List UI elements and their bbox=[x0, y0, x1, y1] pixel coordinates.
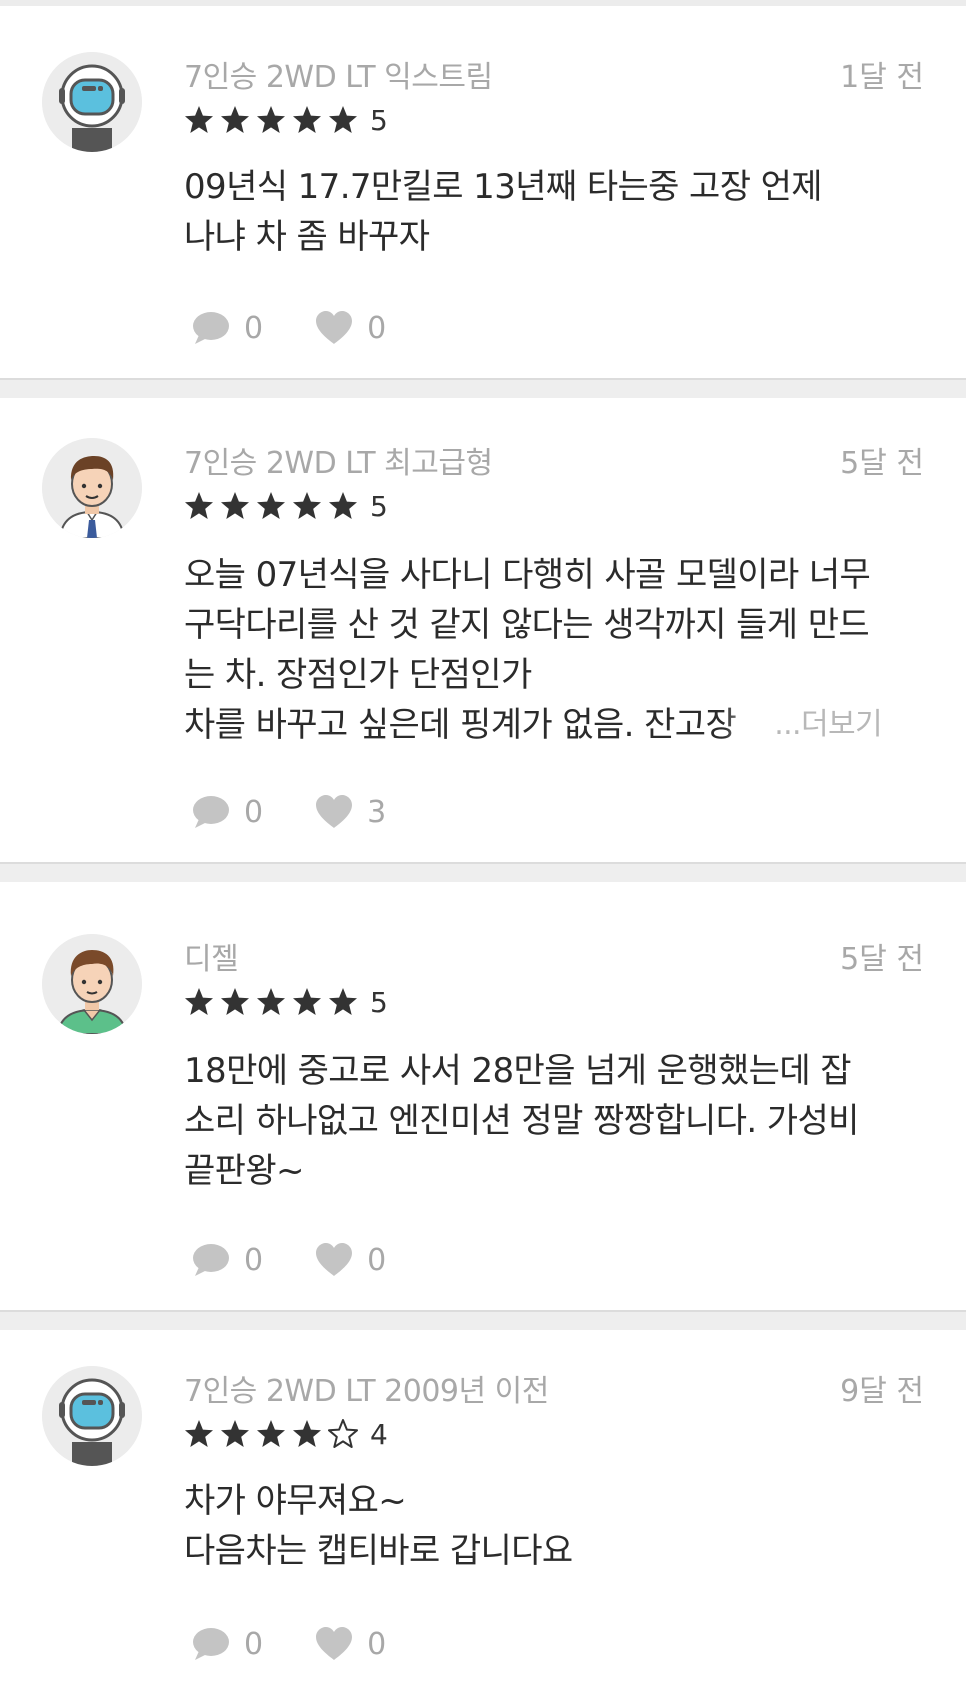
star-filled-icon bbox=[184, 491, 214, 521]
rating-score: 4 bbox=[370, 1417, 388, 1451]
like-count: 3 bbox=[367, 794, 387, 830]
comment-icon bbox=[193, 312, 229, 344]
comment-button[interactable]: 0 bbox=[192, 1627, 263, 1662]
star-rating: 5 bbox=[184, 982, 388, 1022]
review-time: 9달 전 bbox=[840, 1374, 924, 1409]
star-rating: 4 bbox=[184, 1414, 388, 1454]
star-filled-icon bbox=[220, 105, 250, 135]
star-filled-icon bbox=[256, 491, 286, 521]
star-row bbox=[184, 105, 358, 135]
like-count: 0 bbox=[367, 310, 387, 346]
star-filled-icon bbox=[292, 105, 322, 135]
star-filled-icon bbox=[328, 491, 358, 521]
star-filled-icon bbox=[184, 1419, 214, 1449]
comment-button[interactable]: 0 bbox=[192, 1243, 263, 1278]
star-filled-icon bbox=[292, 1419, 322, 1449]
man-tie-avatar-icon[interactable] bbox=[42, 438, 142, 538]
review-body: 차가 야무져요~ 다음차는 캡티바로 갑니다요 bbox=[184, 1476, 924, 1576]
star-rating: 5 bbox=[184, 100, 388, 140]
star-filled-icon bbox=[292, 987, 322, 1017]
comment-icon bbox=[193, 1628, 229, 1660]
review-actions: 0 0 bbox=[192, 1624, 438, 1664]
review-time: 1달 전 bbox=[840, 60, 924, 95]
review-body: 오늘 07년식을 사다니 다행히 사골 모델이라 너무 구닥다리를 산 것 같지… bbox=[184, 550, 924, 750]
review-time: 5달 전 bbox=[840, 446, 924, 481]
review-time: 5달 전 bbox=[840, 942, 924, 977]
star-filled-icon bbox=[256, 987, 286, 1017]
comment-count: 0 bbox=[244, 1242, 264, 1278]
section-divider bbox=[0, 378, 966, 398]
rating-score: 5 bbox=[370, 489, 388, 523]
like-button[interactable]: 0 bbox=[315, 311, 386, 346]
star-row bbox=[184, 491, 358, 521]
review-text-line: 18만에 중고로 사서 28만을 넘게 운행했는데 잡 bbox=[184, 1051, 852, 1091]
heart-icon bbox=[316, 311, 353, 344]
review-text-line: 소리 하나없고 엔진미션 정말 짱짱합니다. 가성비 bbox=[184, 1101, 859, 1141]
star-filled-icon bbox=[220, 987, 250, 1017]
astronaut-avatar-icon[interactable] bbox=[42, 52, 142, 152]
comment-count: 0 bbox=[244, 310, 264, 346]
review-trim-label: 7인승 2WD LT 2009년 이전 bbox=[184, 1374, 549, 1409]
like-button[interactable]: 0 bbox=[315, 1243, 386, 1278]
star-filled-icon bbox=[328, 987, 358, 1017]
read-more-link[interactable]: ...더보기 bbox=[724, 700, 883, 750]
star-filled-icon bbox=[256, 105, 286, 135]
star-filled-icon bbox=[292, 491, 322, 521]
review-text-line: 구닥다리를 산 것 같지 않다는 생각까지 들게 만드 bbox=[184, 605, 870, 645]
review-actions: 0 0 bbox=[192, 308, 438, 348]
star-filled-icon bbox=[328, 105, 358, 135]
star-rating: 5 bbox=[184, 486, 388, 526]
review-body: 18만에 중고로 사서 28만을 넘게 운행했는데 잡 소리 하나없고 엔진미션… bbox=[184, 1046, 924, 1196]
review-text-line: 는 차. 장점인가 단점인가 bbox=[184, 655, 532, 695]
comment-button[interactable]: 0 bbox=[192, 795, 263, 830]
like-button[interactable]: 0 bbox=[315, 1627, 386, 1662]
star-filled-icon bbox=[256, 1419, 286, 1449]
review-trim-label: 7인승 2WD LT 익스트림 bbox=[184, 60, 493, 95]
star-filled-icon bbox=[220, 1419, 250, 1449]
comment-button[interactable]: 0 bbox=[192, 311, 263, 346]
heart-icon bbox=[316, 1243, 353, 1276]
review-text-line: 다음차는 캡티바로 갑니다요 bbox=[184, 1531, 573, 1571]
star-filled-icon bbox=[184, 987, 214, 1017]
review-text-line: 끝판왕~ bbox=[184, 1151, 305, 1191]
review-text-line: 오늘 07년식을 사다니 다행히 사골 모델이라 너무 bbox=[184, 555, 871, 595]
heart-icon bbox=[316, 795, 353, 828]
like-count: 0 bbox=[367, 1242, 387, 1278]
astronaut-avatar-icon[interactable] bbox=[42, 1366, 142, 1466]
man-green-shirt-avatar-icon[interactable] bbox=[42, 934, 142, 1034]
star-row bbox=[184, 1419, 358, 1449]
review-trim-label: 7인승 2WD LT 최고급형 bbox=[184, 446, 493, 481]
review-trim-label: 디젤 bbox=[184, 942, 239, 977]
comment-count: 0 bbox=[244, 1626, 264, 1662]
star-empty-icon bbox=[328, 1419, 358, 1449]
review-text-line: 09년식 17.7만킬로 13년째 타는중 고장 언제 bbox=[184, 167, 823, 207]
rating-score: 5 bbox=[370, 985, 388, 1019]
review-text-line: 차가 야무져요~ bbox=[184, 1481, 407, 1521]
review-body: 09년식 17.7만킬로 13년째 타는중 고장 언제 나냐 차 좀 바꾸자 bbox=[184, 162, 924, 262]
comment-icon bbox=[193, 1244, 229, 1276]
star-filled-icon bbox=[220, 491, 250, 521]
comment-count: 0 bbox=[244, 794, 264, 830]
star-row bbox=[184, 987, 358, 1017]
star-filled-icon bbox=[184, 105, 214, 135]
like-button[interactable]: 3 bbox=[315, 795, 386, 830]
review-text-line: 나냐 차 좀 바꾸자 bbox=[184, 217, 430, 257]
like-count: 0 bbox=[367, 1626, 387, 1662]
heart-icon bbox=[316, 1627, 353, 1660]
top-divider bbox=[0, 0, 966, 6]
review-actions: 0 0 bbox=[192, 1240, 438, 1280]
section-divider bbox=[0, 862, 966, 882]
rating-score: 5 bbox=[370, 103, 388, 137]
section-divider bbox=[0, 1310, 966, 1330]
review-actions: 0 3 bbox=[192, 792, 438, 832]
comment-icon bbox=[193, 796, 229, 828]
